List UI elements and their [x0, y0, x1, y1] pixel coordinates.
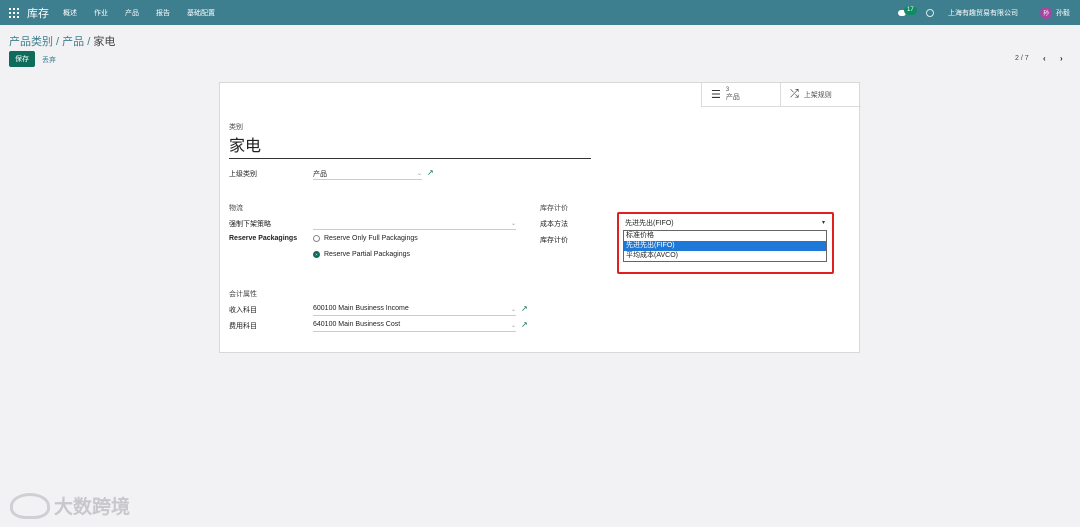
app-name[interactable]: 库存: [27, 5, 49, 21]
external-link-icon[interactable]: ↗: [521, 320, 528, 329]
company-switcher[interactable]: 上海有趣贸易有限公司: [948, 8, 1018, 18]
activity-clock-icon[interactable]: [926, 8, 934, 17]
chevron-down-icon[interactable]: ⌄: [511, 322, 516, 329]
save-button[interactable]: 保存: [9, 51, 35, 67]
option-standard-price[interactable]: 标准价格: [624, 231, 826, 241]
breadcrumb-current: 家电: [93, 36, 116, 48]
parent-category-value: 产品: [313, 171, 327, 178]
expense-account-field[interactable]: 640100 Main Business Cost ⌄: [313, 321, 516, 332]
menu-configuration[interactable]: 基础配置: [187, 8, 215, 18]
removal-strategy-field[interactable]: ⌄: [313, 219, 516, 230]
category-label: 类别: [229, 124, 243, 131]
caret-down-icon[interactable]: ▾: [822, 219, 825, 226]
expense-account-label: 费用科目: [229, 323, 257, 330]
products-stat-label: 产品: [725, 94, 740, 101]
reserve-full-label: Reserve Only Full Packagings: [324, 235, 418, 242]
radio-full-circle[interactable]: [313, 235, 320, 242]
apps-grid-icon[interactable]: [9, 7, 19, 18]
chat-icon[interactable]: 17: [898, 5, 918, 19]
option-fifo[interactable]: 先进先出(FIFO): [624, 241, 826, 251]
radio-partial-circle[interactable]: [313, 251, 320, 258]
logistics-header: 物流: [229, 205, 243, 212]
parent-category-label: 上级类别: [229, 171, 257, 178]
income-account-value: 600100 Main Business Income: [313, 305, 409, 312]
income-account-field[interactable]: 600100 Main Business Income ⌄: [313, 305, 516, 316]
cost-method-label: 成本方法: [540, 221, 568, 228]
parent-category-field[interactable]: 产品 ⌄: [313, 169, 422, 180]
shuffle-icon: ⤮: [790, 88, 799, 100]
breadcrumb: 产品类别 / 产品 / 家电: [9, 33, 115, 49]
menu-reporting[interactable]: 报告: [156, 8, 170, 18]
radio-reserve-full[interactable]: Reserve Only Full Packagings: [313, 235, 418, 242]
products-count: 3: [725, 87, 730, 93]
menu-operations[interactable]: 作业: [94, 8, 108, 18]
radio-reserve-partial[interactable]: Reserve Partial Packagings: [313, 251, 410, 258]
products-stat-button[interactable]: ☰ 3 产品: [701, 83, 780, 107]
menu-products[interactable]: 产品: [125, 8, 139, 18]
cost-method-select[interactable]: 先进先出(FIFO) ▾: [623, 217, 828, 229]
removal-strategy-label: 强制下架策略: [229, 221, 271, 228]
top-navbar: 库存 概述 作业 产品 报告 基础配置 17 上海有趣贸易有限公司 孙 孙毅: [0, 0, 1080, 25]
chevron-down-icon[interactable]: ⌄: [511, 306, 516, 313]
avatar[interactable]: 孙: [1040, 6, 1052, 19]
watermark-logo-icon: [10, 492, 50, 519]
valuation-header: 库存计价: [540, 205, 568, 212]
cost-method-value: 先进先出(FIFO): [625, 220, 674, 227]
breadcrumb-parent-link[interactable]: 产品类别 / 产品 /: [9, 36, 93, 48]
inventory-valuation-label: 库存计价: [540, 237, 568, 244]
reserve-partial-label: Reserve Partial Packagings: [324, 251, 410, 258]
accounting-header: 会计属性: [229, 291, 257, 298]
option-avco[interactable]: 平均成本(AVCO): [624, 251, 826, 261]
user-menu[interactable]: 孙毅: [1056, 8, 1070, 18]
chevron-down-icon[interactable]: ⌄: [511, 220, 516, 227]
pager-previous-icon[interactable]: ‹: [1043, 54, 1046, 63]
chevron-down-icon[interactable]: ⌄: [417, 170, 422, 177]
menu-overview[interactable]: 概述: [63, 8, 77, 18]
putaway-rules-label: 上架规则: [803, 91, 832, 99]
external-link-icon[interactable]: ↗: [521, 304, 528, 313]
chat-count-badge: 17: [904, 5, 917, 15]
list-icon: ☰: [711, 89, 721, 101]
putaway-rules-button[interactable]: ⤮ 上架规则: [780, 83, 861, 107]
watermark-text: 大数跨境: [54, 497, 131, 518]
pager-value[interactable]: 2 / 7: [1015, 55, 1029, 62]
discard-button[interactable]: 丢弃: [42, 55, 56, 65]
reserve-packagings-label: Reserve Packagings: [229, 235, 298, 242]
expense-account-value: 640100 Main Business Cost: [313, 321, 401, 328]
external-link-icon[interactable]: ↗: [427, 168, 434, 177]
category-name-input[interactable]: 家电: [229, 132, 591, 159]
income-account-label: 收入科目: [229, 307, 257, 314]
cost-method-options: 标准价格 先进先出(FIFO) 平均成本(AVCO): [623, 230, 827, 262]
watermark: 大数跨境: [10, 492, 130, 519]
pager-next-icon[interactable]: ›: [1060, 54, 1063, 63]
